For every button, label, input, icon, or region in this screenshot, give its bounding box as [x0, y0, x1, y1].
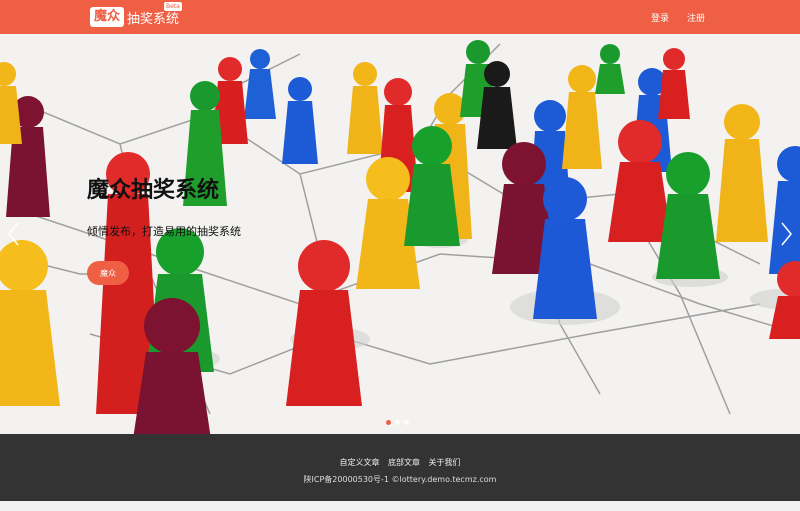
- footer-link-bottom-article[interactable]: 底部文章: [388, 458, 420, 467]
- page-bottom-strip: [0, 501, 800, 511]
- hero-carousel: 魔众抽奖系统 倾情发布，打造易用的抽奖系统 魔众: [0, 34, 800, 434]
- carousel-dot-1[interactable]: [386, 420, 391, 425]
- chevron-right-icon: [781, 222, 792, 246]
- logo-mark: 魔众: [90, 7, 125, 27]
- footer-links: 自定义文章 底部文章 关于我们: [0, 457, 800, 468]
- beta-badge: Beta: [164, 2, 182, 11]
- carousel-dot-2[interactable]: [395, 420, 400, 425]
- hero-title: 魔众抽奖系统: [87, 178, 220, 203]
- footer-link-custom-article[interactable]: 自定义文章: [339, 458, 379, 467]
- carousel-dot-3[interactable]: [404, 420, 409, 425]
- footer-copyright[interactable]: 陕ICP备20000530号-1 ©lottery.demo.tecmz.com: [0, 474, 800, 485]
- login-link[interactable]: 登录: [651, 11, 669, 24]
- site-footer: 自定义文章 底部文章 关于我们 陕ICP备20000530号-1 ©lotter…: [0, 434, 800, 501]
- chevron-left-icon: [8, 222, 19, 246]
- register-link[interactable]: 注册: [687, 11, 705, 24]
- carousel-indicators: [386, 420, 413, 425]
- footer-link-about-us[interactable]: 关于我们: [429, 458, 461, 467]
- nav-links: 登录 注册: [633, 0, 705, 34]
- top-navbar: 魔众 抽奖系统 Beta 登录 注册: [0, 0, 800, 34]
- carousel-prev-button[interactable]: [4, 219, 24, 249]
- hero-subtitle: 倾情发布，打造易用的抽奖系统: [87, 225, 241, 238]
- hero-cta-button[interactable]: 魔众: [87, 261, 129, 285]
- site-logo[interactable]: 魔众 抽奖系统 Beta: [90, 2, 182, 28]
- carousel-next-button[interactable]: [776, 219, 796, 249]
